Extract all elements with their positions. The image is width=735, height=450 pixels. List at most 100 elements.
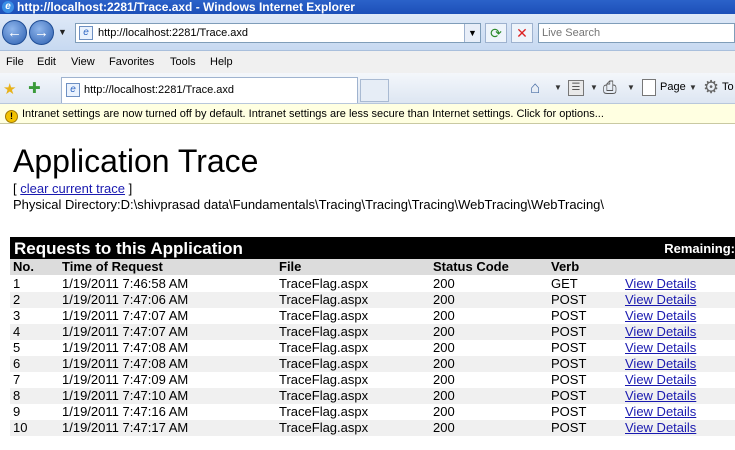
favorites-star-icon[interactable]: ★	[3, 80, 16, 98]
stop-button[interactable]: ✕	[511, 23, 533, 43]
cell-status: 200	[433, 372, 455, 387]
cell-no: 5	[13, 340, 21, 355]
navigation-bar: ← → ▼ e http://localhost:2281/Trace.axd …	[0, 14, 735, 51]
col-file: File	[279, 259, 302, 274]
cell-verb: GET	[551, 276, 578, 291]
menu-file[interactable]: File	[6, 51, 24, 73]
view-details-link[interactable]: View Details	[625, 356, 696, 372]
feeds-dropdown-icon[interactable]: ▼	[590, 83, 598, 92]
clear-trace-line: [ clear current trace ]	[13, 181, 132, 196]
bracket-open: [	[13, 181, 17, 196]
search-input[interactable]	[538, 23, 735, 43]
view-details-link[interactable]: View Details	[625, 388, 696, 404]
print-dropdown-icon[interactable]: ▼	[627, 83, 635, 92]
infobar-text[interactable]: Intranet settings are now turned off by …	[22, 108, 604, 120]
cell-verb: POST	[551, 308, 587, 323]
view-details-link[interactable]: View Details	[625, 324, 696, 340]
tab-label: http://localhost:2281/Trace.axd	[84, 84, 235, 96]
add-favorites-icon[interactable]: ✚	[28, 79, 41, 97]
cell-no: 3	[13, 308, 21, 323]
cell-no: 2	[13, 292, 21, 307]
cell-status: 200	[433, 324, 455, 339]
requests-header: Requests to this Application Remaining:	[10, 237, 735, 259]
cell-file: TraceFlag.aspx	[279, 420, 369, 435]
cell-verb: POST	[551, 324, 587, 339]
cell-verb: POST	[551, 356, 587, 371]
cell-file: TraceFlag.aspx	[279, 340, 369, 355]
cell-file: TraceFlag.aspx	[279, 356, 369, 371]
view-details-link[interactable]: View Details	[625, 308, 696, 324]
feeds-icon[interactable]: ☰	[568, 80, 584, 96]
cell-verb: POST	[551, 420, 587, 435]
cell-time: 1/19/2011 7:47:06 AM	[62, 292, 189, 307]
menu-tools[interactable]: Tools	[170, 51, 196, 73]
cell-file: TraceFlag.aspx	[279, 276, 369, 291]
cell-verb: POST	[551, 388, 587, 403]
recent-pages-dropdown-icon[interactable]: ▼	[58, 27, 68, 37]
table-row: 4 1/19/2011 7:47:07 AM TraceFlag.aspx 20…	[10, 324, 735, 340]
cell-status: 200	[433, 404, 455, 419]
new-tab-button[interactable]	[360, 79, 389, 102]
window-title-bar: e http://localhost:2281/Trace.axd - Windo…	[0, 0, 735, 14]
menu-edit[interactable]: Edit	[37, 51, 56, 73]
information-bar[interactable]: ! Intranet settings are now turned off by…	[0, 104, 735, 124]
cell-time: 1/19/2011 7:47:07 AM	[62, 324, 189, 339]
page-title: Application Trace	[13, 143, 259, 179]
warning-shield-icon: !	[5, 110, 18, 123]
home-icon[interactable]: ⌂	[530, 78, 540, 98]
view-details-link[interactable]: View Details	[625, 372, 696, 388]
cell-time: 1/19/2011 7:47:07 AM	[62, 308, 189, 323]
page-menu-button[interactable]: Page	[660, 81, 686, 93]
menu-view[interactable]: View	[71, 51, 95, 73]
address-url[interactable]: http://localhost:2281/Trace.axd	[98, 26, 248, 40]
address-bar[interactable]: e http://localhost:2281/Trace.axd ▼	[75, 23, 481, 43]
cell-time: 1/19/2011 7:46:58 AM	[62, 276, 189, 291]
page-dropdown-icon[interactable]: ▼	[689, 83, 697, 92]
cell-no: 10	[13, 420, 28, 435]
cell-status: 200	[433, 276, 455, 291]
print-icon[interactable]: ⎙	[603, 78, 617, 98]
view-details-link[interactable]: View Details	[625, 276, 696, 292]
table-row: 10 1/19/2011 7:47:17 AM TraceFlag.aspx 2…	[10, 420, 735, 436]
cell-verb: POST	[551, 372, 587, 387]
tools-gear-icon[interactable]: ⚙	[703, 77, 719, 98]
view-details-link[interactable]: View Details	[625, 292, 696, 308]
cell-no: 4	[13, 324, 21, 339]
physical-directory: Physical Directory:D:\shivprasad data\Fu…	[13, 197, 605, 212]
menu-help[interactable]: Help	[210, 51, 233, 73]
cell-status: 200	[433, 292, 455, 307]
cell-no: 9	[13, 404, 21, 419]
cell-no: 8	[13, 388, 21, 403]
table-row: 1 1/19/2011 7:46:58 AM TraceFlag.aspx 20…	[10, 276, 735, 292]
tab-trace[interactable]: e http://localhost:2281/Trace.axd	[61, 77, 358, 103]
window-title: http://localhost:2281/Trace.axd - Window…	[17, 0, 355, 14]
clear-trace-link[interactable]: clear current trace	[20, 181, 125, 196]
address-dropdown-icon[interactable]: ▼	[464, 24, 480, 42]
cell-status: 200	[433, 340, 455, 355]
table-row: 3 1/19/2011 7:47:07 AM TraceFlag.aspx 20…	[10, 308, 735, 324]
view-details-link[interactable]: View Details	[625, 340, 696, 356]
cell-time: 1/19/2011 7:47:08 AM	[62, 340, 189, 355]
cell-time: 1/19/2011 7:47:10 AM	[62, 388, 189, 403]
cell-no: 1	[13, 276, 21, 291]
col-status: Status Code	[433, 259, 509, 274]
table-row: 5 1/19/2011 7:47:08 AM TraceFlag.aspx 20…	[10, 340, 735, 356]
table-row: 8 1/19/2011 7:47:10 AM TraceFlag.aspx 20…	[10, 388, 735, 404]
cell-file: TraceFlag.aspx	[279, 292, 369, 307]
back-button[interactable]: ←	[2, 20, 27, 45]
forward-button[interactable]: →	[29, 20, 54, 45]
table-header: No. Time of Request File Status Code Ver…	[10, 259, 735, 275]
cell-status: 200	[433, 388, 455, 403]
tools-menu-button[interactable]: To	[722, 81, 734, 93]
menu-bar: File Edit View Favorites Tools Help	[0, 51, 735, 73]
cell-file: TraceFlag.aspx	[279, 324, 369, 339]
cell-status: 200	[433, 308, 455, 323]
home-dropdown-icon[interactable]: ▼	[554, 83, 562, 92]
page-menu-icon[interactable]	[642, 79, 656, 96]
view-details-link[interactable]: View Details	[625, 404, 696, 420]
cell-status: 200	[433, 356, 455, 371]
refresh-button[interactable]: ⟳	[485, 23, 507, 43]
menu-favorites[interactable]: Favorites	[109, 51, 154, 73]
cell-time: 1/19/2011 7:47:16 AM	[62, 404, 189, 419]
view-details-link[interactable]: View Details	[625, 420, 696, 436]
